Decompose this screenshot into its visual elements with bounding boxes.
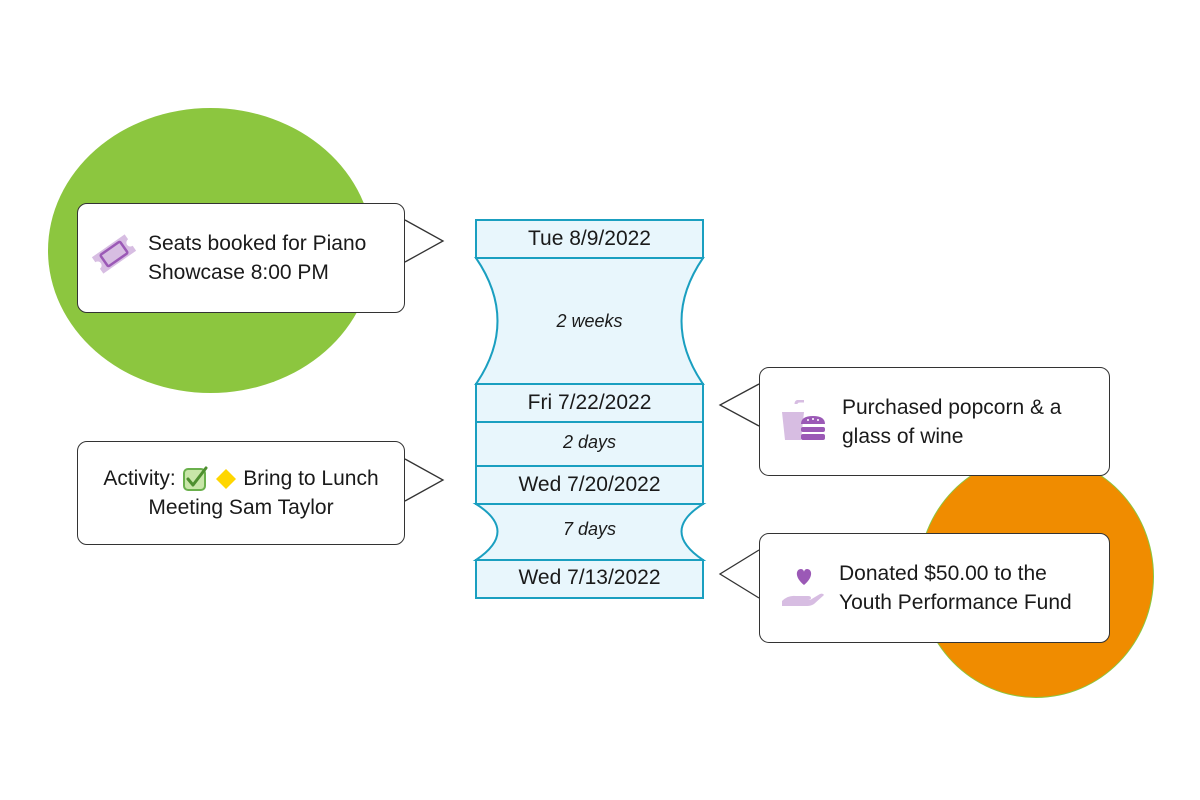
callout-pointer-food (718, 383, 760, 427)
date-label: Wed 7/13/2022 (518, 566, 661, 589)
activity-title: Bring to Lunch (243, 467, 379, 490)
food-drink-icon (782, 400, 825, 440)
callout-text-line: Youth Performance Fund (839, 591, 1072, 614)
ticket-icon (91, 234, 137, 274)
callout-text-line: glass of wine (842, 424, 964, 448)
callout-text-line: Showcase 8:00 PM (148, 261, 329, 284)
callout-pointer-donation (718, 549, 760, 599)
callout-pointer-seats (404, 219, 445, 263)
callout-activity: Activity: Bring to Lunch Meeting Sam Tay… (77, 441, 405, 545)
callout-text-line: Donated $50.00 to the (839, 562, 1047, 585)
date-label: Fri 7/22/2022 (527, 391, 652, 414)
gap-label: 2 weeks (556, 311, 623, 331)
date-label: Tue 8/9/2022 (528, 227, 651, 250)
checkbox-checked-icon (182, 466, 208, 492)
activity-prefix: Activity: (103, 467, 176, 490)
callout-text-line: Purchased popcorn & a (842, 395, 1062, 419)
callout-text-line: Meeting Sam Taylor (148, 496, 334, 519)
date-label: Wed 7/20/2022 (518, 473, 661, 496)
callout-pointer-activity (404, 458, 445, 502)
gap-label: 2 days (562, 432, 617, 452)
callout-text-line: Seats booked for Piano (148, 232, 367, 255)
gap-label: 7 days (562, 519, 617, 539)
donation-hand-heart-icon (782, 569, 824, 606)
diamond-icon (216, 469, 237, 490)
